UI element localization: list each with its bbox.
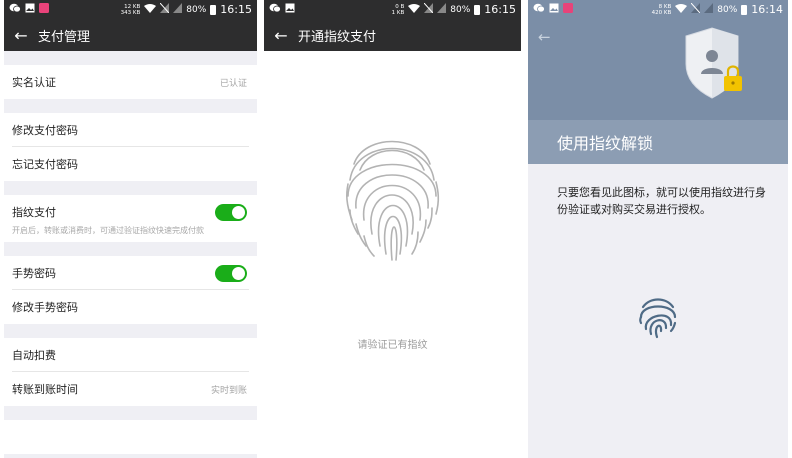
fingerprint-pay-description: 开启后，转账或消费时，可通过验证指纹快速完成付款	[12, 226, 204, 235]
forgot-pay-password-row[interactable]: 忘记支付密码	[4, 147, 257, 181]
realname-label: 实名认证	[12, 76, 56, 89]
clock: 16:15	[220, 3, 252, 16]
page-title: 开通指纹支付	[298, 29, 377, 45]
signal-icon	[173, 3, 183, 16]
network-speed: 0 B1 KB	[391, 3, 405, 16]
toolbar: ← 开通指纹支付	[264, 19, 521, 51]
app-notification-icon	[563, 3, 573, 16]
network-speed: 8 KB 420 KB	[651, 3, 672, 16]
wechat-notification-icon	[533, 3, 545, 16]
no-sim-icon	[423, 2, 434, 16]
battery-percent: 80%	[717, 4, 738, 15]
wechat-notification-icon	[9, 3, 21, 16]
change-pay-password-label: 修改支付密码	[12, 124, 78, 137]
change-gesture-password-label: 修改手势密码	[12, 301, 78, 314]
settings-list: 实名认证 已认证 修改支付密码 忘记支付密码 指纹支付 开启后，转账或消费时，可…	[4, 51, 257, 454]
fingerprint-icon[interactable]	[638, 295, 678, 343]
battery-percent: 80%	[450, 4, 471, 15]
verify-fingerprint-hint: 请验证已有指纹	[357, 340, 428, 351]
signal-icon	[704, 3, 714, 16]
battery-icon	[474, 4, 481, 15]
gesture-password-row: 手势密码	[4, 256, 257, 290]
transfer-time-label: 转账到账时间	[12, 383, 78, 396]
wifi-icon	[144, 3, 157, 16]
status-bar: 12 KB 343 KB 80% 16:15	[4, 0, 257, 19]
battery-icon	[210, 4, 217, 15]
gesture-password-toggle[interactable]	[215, 264, 247, 282]
no-sim-icon	[159, 2, 170, 16]
fingerprint-unlock-screen: 8 KB 420 KB 80% 16:14 ← 使用指纹解锁 只要您看见此图标，…	[528, 0, 788, 458]
hero-header: 8 KB 420 KB 80% 16:14 ←	[528, 0, 788, 120]
back-arrow-icon[interactable]: ←	[264, 26, 298, 45]
image-notification-icon	[285, 3, 295, 16]
fingerprint-pay-label: 指纹支付	[12, 206, 56, 219]
clock: 16:15	[484, 3, 516, 16]
status-bar: 8 KB 420 KB 80% 16:14	[528, 0, 788, 19]
network-speed: 12 KB 343 KB	[120, 3, 141, 16]
realname-status: 已认证	[219, 78, 247, 89]
no-sim-icon	[690, 2, 701, 16]
wifi-icon	[408, 3, 421, 16]
auto-deduct-label: 自动扣费	[12, 349, 56, 362]
fingerprint-unlock-heading: 使用指纹解锁	[528, 120, 788, 164]
app-notification-icon	[39, 3, 49, 16]
forgot-pay-password-label: 忘记支付密码	[12, 158, 78, 171]
wechat-notification-icon	[269, 3, 281, 16]
fingerprint-unlock-description: 只要您看见此图标，就可以使用指纹进行身份验证或对购买交易进行授权。	[557, 186, 766, 216]
payment-management-screen: 12 KB 343 KB 80% 16:15 ← 支付管理 实名认证 已认证 修改…	[4, 0, 257, 458]
status-bar: 0 B1 KB 80% 16:15	[264, 0, 521, 19]
transfer-time-row[interactable]: 转账到账时间 实时到账	[4, 372, 257, 406]
back-arrow-icon[interactable]: ←	[4, 26, 38, 45]
fingerprint-icon[interactable]	[344, 124, 440, 268]
gesture-password-label: 手势密码	[12, 267, 56, 280]
realname-row[interactable]: 实名认证 已认证	[4, 65, 257, 99]
toolbar: ← 支付管理	[4, 19, 257, 51]
image-notification-icon	[25, 3, 35, 16]
page-title: 支付管理	[38, 29, 91, 45]
change-gesture-password-row[interactable]: 修改手势密码	[4, 290, 257, 324]
partial-row[interactable]	[4, 420, 257, 454]
change-pay-password-row[interactable]: 修改支付密码	[4, 113, 257, 147]
clock: 16:14	[751, 3, 783, 16]
battery-percent: 80%	[186, 4, 207, 15]
fingerprint-pay-toggle[interactable]	[215, 203, 247, 221]
enable-fingerprint-pay-screen: 0 B1 KB 80% 16:15 ← 开通指纹支付 请验证已有指纹	[264, 0, 521, 458]
battery-icon	[741, 4, 748, 15]
image-notification-icon	[549, 3, 559, 16]
back-arrow-icon[interactable]: ←	[538, 28, 551, 46]
fingerprint-pay-row: 指纹支付 开启后，转账或消费时，可通过验证指纹快速完成付款	[4, 195, 257, 242]
transfer-time-value: 实时到账	[210, 385, 247, 396]
shield-lock-icon	[678, 26, 750, 106]
auto-deduct-row[interactable]: 自动扣费	[4, 338, 257, 372]
wifi-icon	[675, 3, 688, 16]
signal-icon	[437, 3, 447, 16]
